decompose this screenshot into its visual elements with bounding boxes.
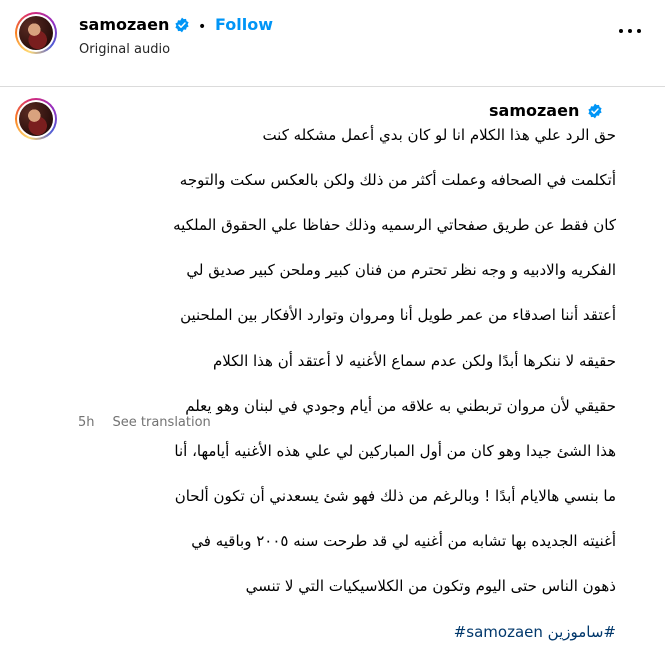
caption-avatar[interactable] [15,98,57,140]
verified-badge-icon [175,17,189,33]
original-audio-link[interactable]: Original audio [79,42,170,57]
caption-line: الفكريه والادبيه و وجه نظر تحترم من فنان… [186,261,616,280]
caption-line: ذهون الناس حتى اليوم وتكون من الكلاسيكيا… [245,577,616,596]
divider [0,86,665,87]
username-link[interactable]: samozaen [79,15,169,34]
avatar-image [19,16,53,50]
caption-line: أعتقد أننا اصدقاء من عمر طويل أنا ومروان… [180,306,616,325]
caption-text: حق الرد علي هذا الكلام انا لو كان بدي أع… [76,101,616,666]
caption-line: أتكلمت في الصحافه وعملت أكثر من ذلك ولكن… [179,170,616,189]
post-header: samozaen • Follow Original audio [0,0,665,68]
caption-line: ما بنسي هالايام أبدًا ! وبالرغم من ذلك ف… [174,487,616,506]
caption-line: حق الرد علي هذا الكلام انا لو كان بدي أع… [262,125,616,144]
caption-line: كان فقط عن طريق صفحاتي الرسميه وذلك حفاظ… [173,215,616,234]
post-time[interactable]: 5h [78,415,95,430]
post-meta: 5h See translation [78,415,211,430]
caption-line: هذا الشئ جيدا وهو كان من أول المباركين ل… [174,441,616,460]
avatar[interactable] [15,12,57,54]
avatar-image [19,102,53,136]
instagram-post: samozaen • Follow Original audio samozae… [0,0,665,641]
more-options-icon[interactable] [619,28,643,36]
separator-dot: • [198,19,207,35]
follow-button[interactable]: Follow [215,15,273,34]
see-translation-link[interactable]: See translation [113,415,211,430]
caption-line: أغنيته الجديده بها تشابه من أغنيه لي قد … [191,532,616,551]
caption-line: حقيقي لأن مروان تربطني به علاقه من أيام … [185,396,616,415]
hashtag-links[interactable]: #ساموزين samozaen# [76,621,616,644]
caption-line: حقيقه لا ننكرها أبدًا ولكن عدم سماع الأغ… [212,351,616,370]
